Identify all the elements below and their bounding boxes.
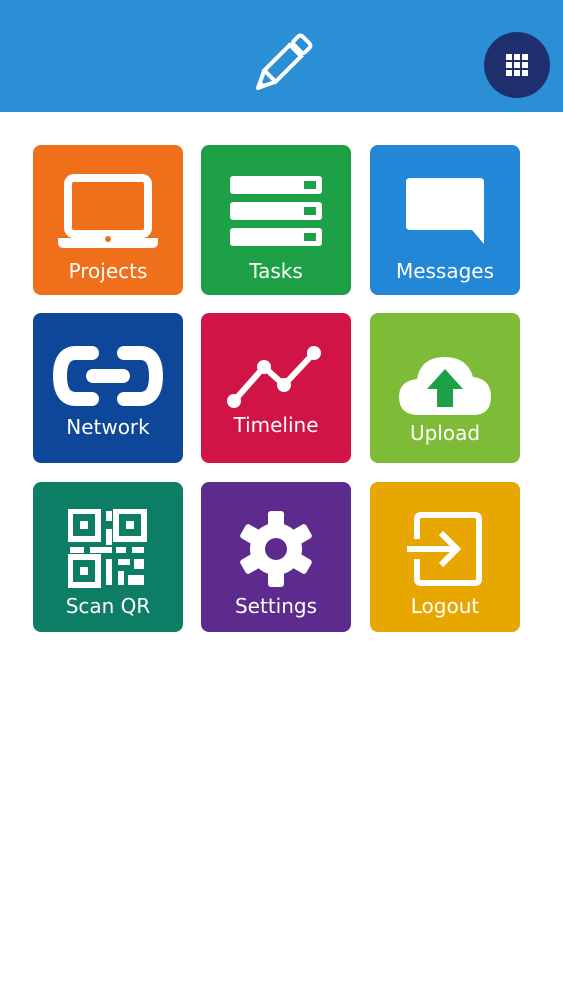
tile-messages[interactable]: Messages [370, 145, 520, 295]
chat-bubble-icon [370, 167, 520, 257]
list-icon [201, 167, 351, 257]
tile-tasks[interactable]: Tasks [201, 145, 351, 295]
pencil-icon [246, 28, 318, 100]
tile-settings[interactable]: Settings [201, 482, 351, 632]
apps-menu-button[interactable] [484, 32, 550, 98]
tile-label: Timeline [233, 413, 319, 437]
laptop-icon [33, 167, 183, 257]
logout-icon [370, 504, 520, 594]
tile-network[interactable]: Network [33, 313, 183, 463]
tile-label: Projects [68, 259, 148, 283]
tile-label: Logout [410, 594, 480, 618]
tile-label: Upload [409, 421, 481, 445]
line-chart-icon [201, 331, 351, 421]
tile-label: Settings [234, 594, 318, 618]
grid-icon [506, 54, 528, 76]
tile-timeline[interactable]: Timeline [201, 313, 351, 463]
qr-code-icon [33, 504, 183, 594]
tile-upload[interactable]: Upload [370, 313, 520, 463]
link-icon [33, 331, 183, 421]
tile-scan-qr[interactable]: Scan QR [33, 482, 183, 632]
app-header [0, 0, 563, 112]
tile-label: Messages [395, 259, 495, 283]
gear-icon [201, 504, 351, 594]
tile-label: Tasks [249, 259, 303, 283]
tile-logout[interactable]: Logout [370, 482, 520, 632]
cloud-upload-icon [370, 339, 520, 429]
tile-label: Scan QR [65, 594, 151, 618]
tile-projects[interactable]: Projects [33, 145, 183, 295]
tile-label: Network [66, 415, 150, 439]
